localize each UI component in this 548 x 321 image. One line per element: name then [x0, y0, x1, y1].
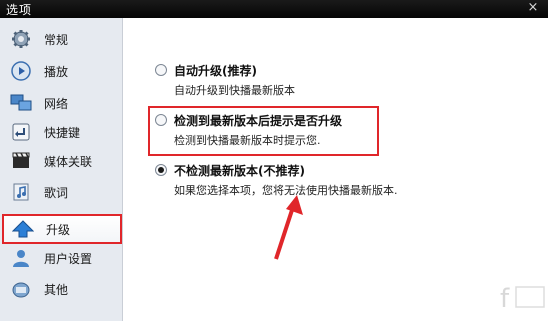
sidebar-item-label: 媒体关联 [44, 154, 93, 169]
radio-no-check[interactable] [155, 164, 167, 176]
sidebar-item-other[interactable]: 其他 [2, 276, 120, 302]
upgrade-icon [12, 218, 34, 240]
radio-prompt-upgrade[interactable] [155, 114, 167, 126]
sidebar-item-lyrics[interactable]: 歌词 [2, 179, 120, 205]
option-description: 检测到快播最新版本时提示您. [174, 134, 321, 147]
sidebar-item-media-association[interactable]: 媒体关联 [2, 148, 120, 174]
user-icon [10, 247, 32, 269]
sidebar-item-network[interactable]: 网络 [2, 90, 120, 116]
radio-auto-upgrade[interactable] [155, 64, 167, 76]
sidebar-item-shortcuts[interactable]: 快捷键 [2, 119, 120, 145]
sidebar-item-label: 常规 [44, 32, 69, 47]
lyrics-icon [10, 181, 32, 203]
window-title: 选项 [6, 3, 33, 17]
svg-text:f: f [500, 284, 510, 314]
sidebar-item-label: 其他 [44, 282, 69, 297]
annotation-arrow-icon [274, 195, 303, 260]
play-icon [10, 60, 32, 82]
sidebar-item-user-settings[interactable]: 用户设置 [2, 245, 120, 271]
sidebar-item-playback[interactable]: 播放 [2, 58, 120, 84]
media-icon [10, 150, 32, 172]
sidebar-item-label: 歌词 [44, 185, 69, 200]
upgrade-settings-panel: 自动升级(推荐) 自动升级到快播最新版本 检测到最新版本后提示是否升级 检测到快… [123, 18, 548, 321]
sidebar-item-upgrade[interactable]: 升级 [2, 214, 122, 244]
title-bar: 选项 × [0, 0, 548, 18]
close-icon[interactable]: × [526, 0, 540, 16]
gear-icon [10, 28, 32, 50]
sidebar-item-label: 升级 [46, 222, 71, 237]
shortcut-icon [10, 121, 32, 143]
other-icon [10, 278, 32, 300]
option-title: 自动升级(推荐) [174, 64, 257, 78]
network-icon [10, 92, 32, 114]
sidebar-item-label: 用户设置 [44, 251, 93, 266]
sidebar-item-general[interactable]: 常规 [2, 26, 120, 52]
sidebar-item-label: 播放 [44, 64, 69, 79]
option-title: 不检测最新版本(不推荐) [174, 164, 305, 178]
option-description: 自动升级到快播最新版本 [174, 84, 295, 97]
sidebar: 常规 播放 网络 快捷键 媒体关联 歌词 升级 用户设置 其他 [0, 18, 123, 321]
sidebar-item-label: 快捷键 [44, 125, 81, 140]
option-title: 检测到最新版本后提示是否升级 [174, 114, 343, 128]
sidebar-item-label: 网络 [44, 96, 69, 111]
watermark-logo-icon: f [500, 284, 545, 314]
